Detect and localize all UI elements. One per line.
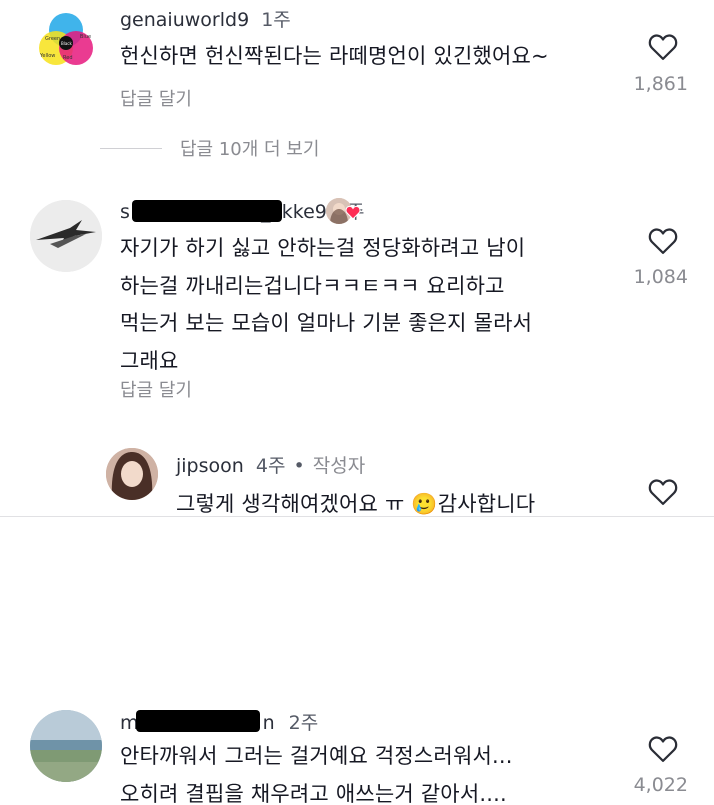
avatar-image: Green Blue Black Yellow Red (30, 8, 102, 80)
avatar-label-blue: Blue (80, 34, 91, 40)
comment-username-row: genaiuworld9 1주 (120, 5, 291, 32)
comment-username-row: jipsoon 4주 • 작성자 (176, 451, 365, 478)
comment-text-line: 하는걸 까내리는겁니다ㅋㅋㅌㅋㅋ 요리하고 (120, 273, 505, 298)
like-count: 4,022 (633, 774, 688, 796)
heart-outline-icon (648, 736, 678, 762)
like-button[interactable] (633, 33, 693, 61)
comment-time: 4주 (255, 455, 286, 477)
comment-text: 그렇게 생각해여겠어요 ㅠ 🥲감사합니다 (176, 486, 535, 524)
creator-tag: 작성자 (312, 455, 366, 477)
comment-text: 안타까워서 그러는 걸거예요 걱정스러워서... 오히려 결핍을 채우려고 애쓰… (120, 738, 513, 805)
username[interactable]: genaiuworld9 (120, 9, 249, 31)
avatar-label-green: Green (45, 36, 60, 42)
screenshot-divider (0, 516, 714, 517)
avatar[interactable]: Green Blue Black Yellow Red (30, 8, 102, 80)
avatar[interactable] (30, 200, 102, 272)
avatar-image (30, 710, 102, 782)
avatar-image (30, 200, 102, 272)
reply-button[interactable]: 답글 달기 (120, 85, 192, 111)
heart-icon (345, 205, 361, 220)
redaction-bar (136, 710, 260, 732)
view-more-replies-label: 답글 10개 더 보기 (180, 139, 320, 160)
username-suffix[interactable]: n (263, 712, 275, 734)
avatar[interactable] (106, 448, 158, 500)
comment-time: 2주 (288, 712, 319, 734)
like-count: 1,861 (633, 73, 688, 95)
comment-text-line: 오히려 결핍을 채우려고 애쓰는거 같아서.... (120, 781, 507, 805)
comment-text-line: 그래요 (120, 348, 179, 373)
username[interactable]: jipsoon (176, 455, 244, 477)
like-button[interactable] (633, 735, 693, 763)
comment-text-line: 자기가 하기 싫고 안하는걸 정당화하려고 남이 (120, 236, 526, 260)
comment-text: 자기가 하기 싫고 안하는걸 정당화하려고 남이 하는걸 까내리는겁니다ㅋㅋㅌㅋ… (120, 230, 532, 380)
avatar-image (106, 448, 158, 500)
view-more-replies-button[interactable]: 답글 10개 더 보기 (100, 135, 319, 161)
heart-outline-icon (648, 228, 678, 254)
like-count: 1,084 (633, 266, 688, 288)
comment-text-line: 헌신하면 헌신짝된다는 라떼명언이 있긴했어요~ (120, 44, 549, 68)
avatar[interactable] (30, 710, 102, 782)
comment-text-line: 그렇게 생각해여겠어요 ㅠ 🥲감사합니다 (176, 492, 536, 516)
heart-outline-icon (648, 34, 678, 60)
avatar-label-black: Black (61, 41, 73, 46)
avatar-label-yellow: Yellow (39, 53, 55, 59)
comment-text-line: 안타까워서 그러는 걸거예요 걱정스러워서... (120, 744, 513, 768)
username-prefix[interactable]: s (120, 201, 130, 223)
like-button[interactable] (633, 227, 693, 255)
comment-text-line: 먹는거 보는 모습이 얼마나 기분 좋은지 몰라서 (120, 311, 533, 335)
comment-text: 헌신하면 헌신짝된다는 라떼명언이 있긴했어요~ (120, 38, 549, 76)
redaction-bar (132, 200, 282, 222)
separator-dot: • (293, 455, 305, 477)
heart-outline-icon (648, 479, 678, 505)
divider (100, 147, 162, 149)
comment-time: 1주 (261, 9, 291, 31)
avatar-label-red: Red (63, 55, 73, 61)
like-button[interactable] (633, 478, 693, 506)
reply-button[interactable]: 답글 달기 (120, 376, 192, 402)
